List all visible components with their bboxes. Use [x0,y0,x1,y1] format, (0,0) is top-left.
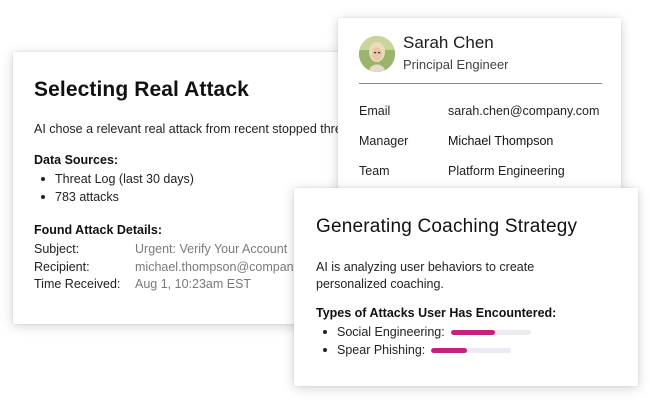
avatar [359,36,395,72]
field-label: Team [359,164,390,178]
attack-types-list: Social Engineering: Spear Phishing: [316,323,638,359]
profile-name-block: Sarah Chen Principal Engineer [403,33,509,72]
detail-label: Time Received: [34,277,121,291]
profile-role: Principal Engineer [403,57,509,72]
bullet-icon [41,177,45,181]
bullet-icon [323,348,327,352]
detail-label: Recipient: [34,259,90,274]
detail-value: Aug 1, 10:23am EST [135,277,252,291]
user-profile-card: Sarah Chen Principal Engineer Email sara… [338,18,621,196]
list-item: Social Engineering: [316,323,638,341]
profile-row-email: Email sarah.chen@company.com [359,96,602,126]
data-source-label: 783 attacks [55,190,119,204]
stage: Selecting Real Attack AI chose a relevan… [0,0,650,404]
profile-header: Sarah Chen Principal Engineer [359,33,602,72]
detail-value: Urgent: Verify Your Account [135,242,288,256]
list-item: Spear Phishing: [316,341,638,359]
progress-track [450,329,531,335]
detail-label: Subject: [34,242,80,256]
field-label: Manager [359,134,409,148]
progress-track [431,347,512,353]
attack-type-label: Social Engineering: [337,325,445,339]
progress-fill [450,329,495,335]
field-value: Platform Engineering [448,164,565,178]
bullet-icon [323,330,327,334]
profile-info-table: Email sarah.chen@company.com Manager Mic… [359,96,602,186]
person-icon [359,36,395,72]
divider [359,83,602,84]
data-source-label: Threat Log (last 30 days) [55,172,194,186]
profile-row-manager: Manager Michael Thompson [359,126,602,156]
profile-name: Sarah Chen [403,33,494,52]
progress-fill [431,347,468,353]
coaching-card-description: AI is analyzing user behaviors to create… [316,260,535,291]
bullet-icon [41,195,45,199]
coaching-card-title: Generating Coaching Strategy [316,216,578,237]
profile-row-team: Team Platform Engineering [359,156,602,186]
attack-types-heading: Types of Attacks User Has Encountered: [316,306,557,320]
coaching-strategy-card: Generating Coaching Strategy AI is analy… [294,188,638,386]
attack-type-label: Spear Phishing: [337,343,426,357]
field-value: sarah.chen@company.com [448,104,600,118]
field-value: Michael Thompson [448,134,554,148]
field-label: Email [359,104,391,118]
